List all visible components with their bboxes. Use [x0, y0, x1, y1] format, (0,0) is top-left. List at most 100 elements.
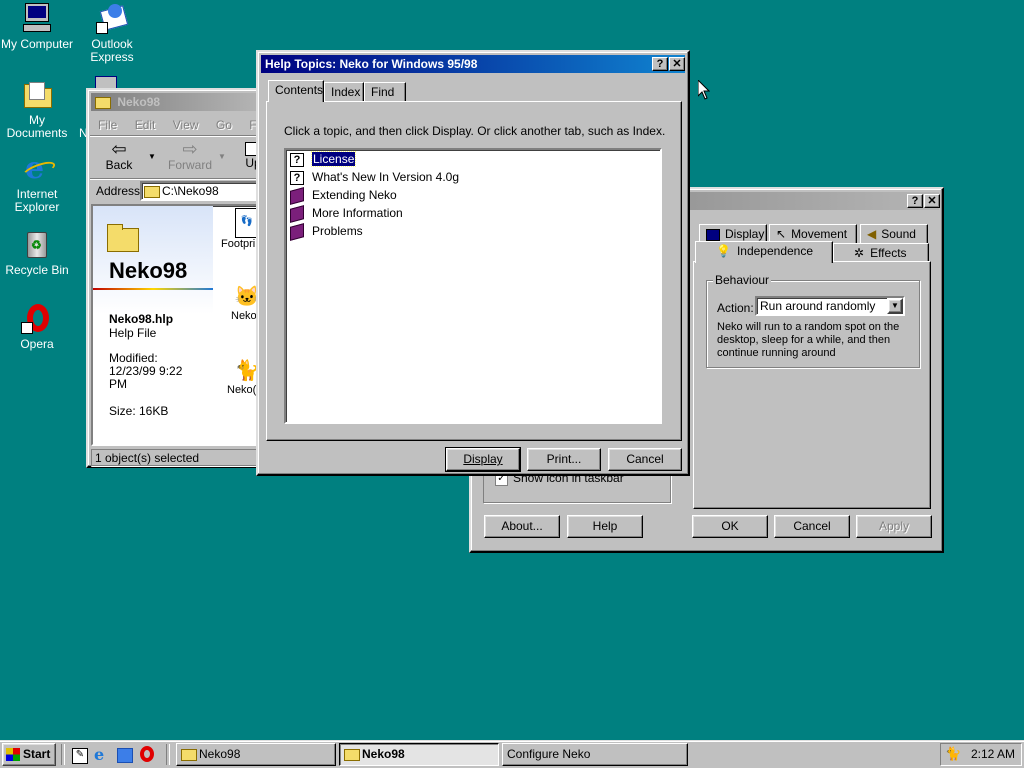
- help-title-button[interactable]: ?: [907, 194, 923, 208]
- desktop-icon-label: Internet Explorer: [14, 187, 60, 214]
- print-button[interactable]: Print...: [527, 448, 601, 471]
- desktop-icon-label: Opera: [20, 337, 54, 351]
- folder-large-icon: [107, 224, 139, 252]
- modified-value: 12/23/99 9:22 PM: [109, 364, 183, 391]
- action-label: Action:: [717, 301, 754, 315]
- internet-explorer-icon: e: [20, 152, 58, 184]
- book-icon: [290, 204, 304, 223]
- explorer-titlebar[interactable]: Neko98: [91, 93, 261, 111]
- tab-effects[interactable]: ✲ Effects: [833, 243, 929, 263]
- back-arrow-icon: ⇦: [111, 139, 127, 159]
- help-titlebar[interactable]: Help Topics: Neko for Windows 95/98: [261, 55, 685, 73]
- tab-index[interactable]: Index: [324, 82, 364, 102]
- recycle-bin-icon: ♻: [21, 228, 53, 260]
- desktop-icon-label: My Documents: [6, 113, 68, 140]
- behaviour-group: Behaviour Action: Run around randomly ▼ …: [706, 273, 920, 368]
- book-icon: [290, 186, 304, 205]
- close-title-button[interactable]: ✕: [669, 57, 685, 71]
- help-topics-window[interactable]: Help Topics: Neko for Windows 95/98 ? ✕ …: [256, 50, 690, 476]
- desktop-icon-recycle-bin[interactable]: ♻ Recycle Bin: [0, 228, 74, 277]
- question-page-icon: ?: [290, 152, 304, 167]
- desktop-icon-internet-explorer[interactable]: e Internet Explorer: [0, 152, 74, 214]
- desktop-icon-my-computer[interactable]: My Computer: [0, 2, 74, 51]
- file-type: Help File: [109, 326, 157, 340]
- desktop-icon-opera[interactable]: ↗ Opera: [0, 302, 74, 351]
- list-item[interactable]: More Information: [290, 204, 403, 223]
- address-field[interactable]: C:\Neko98: [140, 181, 270, 201]
- modified-label: Modified:: [109, 351, 158, 365]
- folder-name: Neko98: [109, 258, 188, 283]
- back-dropdown-icon[interactable]: ▼: [148, 152, 156, 161]
- forward-dropdown-icon[interactable]: ▼: [218, 152, 226, 161]
- taskbar-item-neko98[interactable]: Neko98: [176, 743, 336, 766]
- tab-find[interactable]: Find: [364, 82, 406, 102]
- clock[interactable]: 2:12 AM: [971, 747, 1015, 761]
- explorer-content: Neko98 Neko98.hlp Help File Modified: 12…: [91, 204, 265, 446]
- outlook-express-icon: ↗: [96, 2, 129, 34]
- tab-sound[interactable]: ◀ Sound: [860, 224, 928, 244]
- help-button[interactable]: Help: [567, 515, 643, 538]
- mouse-cursor-icon: [698, 80, 710, 100]
- web-view-panel: Neko98 Neko98.hlp Help File Modified: 12…: [93, 206, 213, 444]
- independence-panel: Behaviour Action: Run around randomly ▼ …: [693, 261, 931, 509]
- ok-button[interactable]: OK: [692, 515, 768, 538]
- folder-small-icon: [95, 96, 111, 109]
- start-button[interactable]: Start: [2, 743, 56, 766]
- divider: [90, 135, 262, 137]
- quick-launch-outlook-icon[interactable]: [117, 748, 133, 763]
- book-icon: [290, 222, 304, 241]
- menu-file[interactable]: File: [98, 118, 117, 132]
- action-dropdown[interactable]: Run around randomly ▼: [755, 296, 905, 316]
- action-description: Neko will run to a random spot on the de…: [717, 321, 900, 359]
- status-bar: 1 object(s) selected: [91, 449, 265, 467]
- list-item[interactable]: Problems: [290, 222, 363, 241]
- list-item[interactable]: ? License: [290, 150, 357, 168]
- menu-view[interactable]: View: [173, 118, 199, 132]
- quick-launch-desktop-icon[interactable]: ✎: [72, 748, 88, 764]
- list-item[interactable]: Extending Neko: [290, 186, 397, 205]
- question-page-icon: ?: [290, 170, 304, 185]
- taskbar-item-configure-neko[interactable]: Configure Neko: [502, 743, 688, 766]
- desktop-icon-label: Recycle Bin: [5, 263, 69, 277]
- file-size: Size: 16KB: [109, 404, 169, 418]
- help-title: Help Topics: Neko for Windows 95/98: [265, 57, 478, 71]
- menu-go[interactable]: Go: [216, 118, 232, 132]
- file-name: Neko98.hlp: [109, 312, 174, 326]
- forward-button[interactable]: ⇨ Forward: [164, 140, 216, 176]
- divider: [90, 178, 262, 180]
- help-title-button[interactable]: ?: [652, 57, 668, 71]
- about-button[interactable]: About...: [484, 515, 560, 538]
- quick-launch-opera-icon[interactable]: [140, 746, 154, 762]
- taskbar-item-neko98-help[interactable]: Neko98: [339, 743, 499, 766]
- list-item[interactable]: ? What's New In Version 4.0g: [290, 168, 459, 186]
- close-title-button[interactable]: ✕: [924, 194, 940, 208]
- explorer-window[interactable]: Neko98 File Edit View Go Favo ⇦ Back ▼ ⇨…: [86, 88, 276, 468]
- folder-small-icon: [144, 186, 160, 198]
- speaker-icon: ◀: [867, 227, 877, 241]
- my-documents-icon: [21, 78, 53, 110]
- system-tray: 🐈 2:12 AM: [940, 743, 1022, 766]
- address-label: Address: [96, 184, 141, 198]
- display-button[interactable]: Display: [445, 447, 521, 472]
- desktop-icon-my-documents[interactable]: My Documents: [0, 78, 74, 140]
- back-button[interactable]: ⇦ Back: [96, 140, 142, 176]
- menu-edit[interactable]: Edit: [135, 118, 156, 132]
- contents-panel: Click a topic, and then click Display. O…: [266, 101, 682, 441]
- desktop-icon-outlook-express[interactable]: ↗ Outlook Express: [75, 2, 149, 64]
- apply-button[interactable]: Apply: [856, 515, 932, 538]
- tab-contents[interactable]: Contents: [268, 80, 324, 102]
- desktop-icon-label: Outlook Express: [90, 37, 134, 64]
- desktop-icon-label: My Computer: [0, 37, 74, 51]
- separator-line: [93, 288, 213, 290]
- topics-list[interactable]: ? License ? What's New In Version 4.0g Ext…: [284, 148, 662, 424]
- contents-instruction: Click a topic, and then click Display. O…: [284, 124, 666, 138]
- quick-launch-ie-icon[interactable]: e: [94, 745, 104, 764]
- cancel-button[interactable]: Cancel: [608, 448, 682, 471]
- my-computer-icon: [21, 2, 53, 34]
- cancel-button[interactable]: Cancel: [774, 515, 850, 538]
- chevron-down-icon[interactable]: ▼: [887, 298, 903, 314]
- tab-independence[interactable]: 💡 Independence: [695, 241, 833, 263]
- effects-icon: ✲: [854, 246, 865, 260]
- neko-tray-icon[interactable]: 🐈: [945, 747, 961, 761]
- taskbar-separator: [61, 744, 65, 765]
